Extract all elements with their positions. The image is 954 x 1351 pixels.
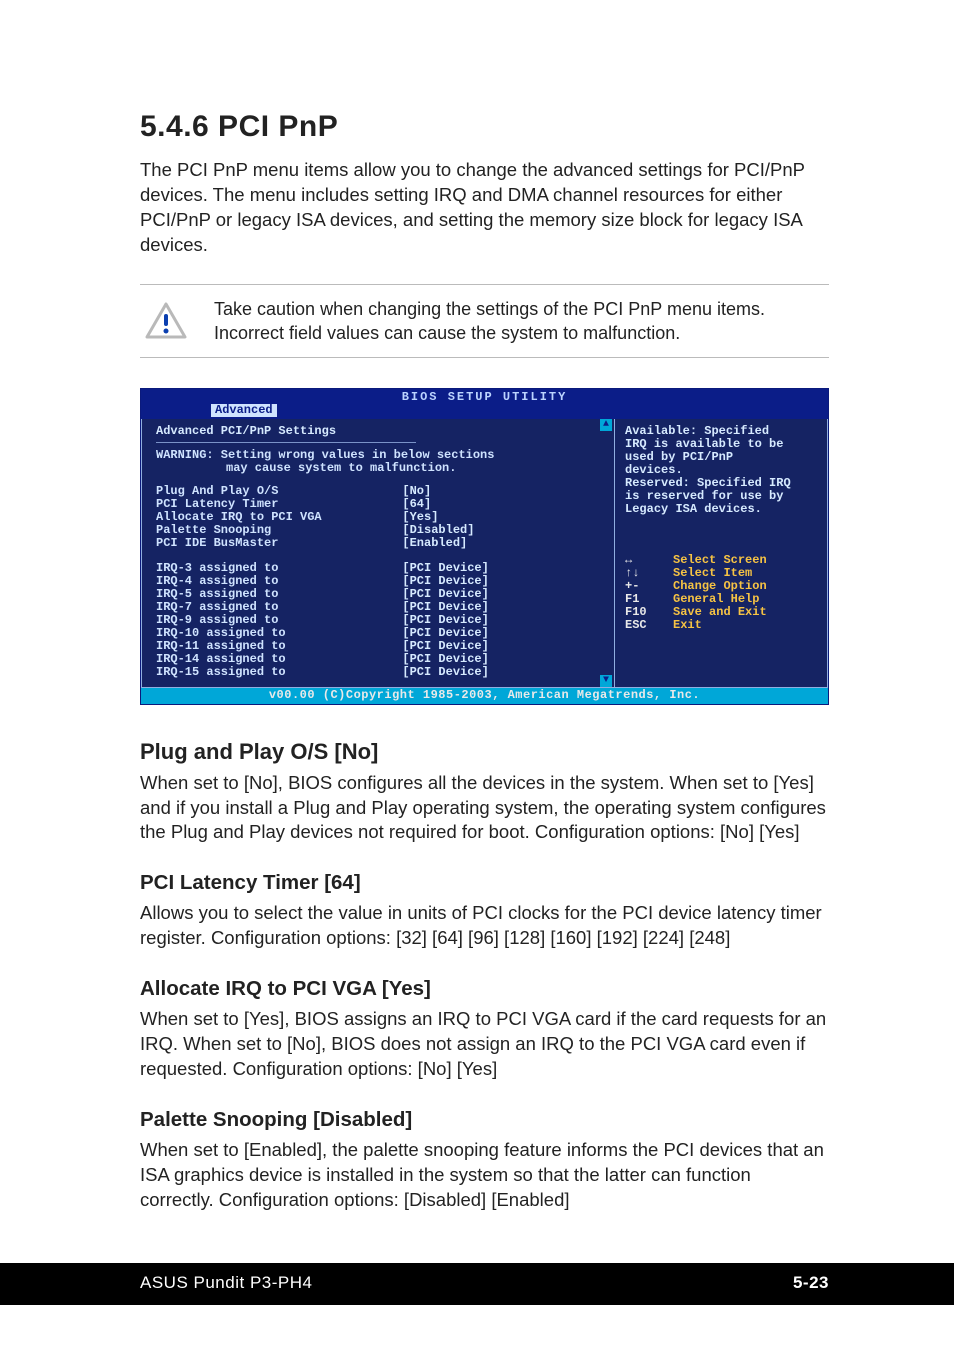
nav-row: ↑↓ Select Item — [625, 567, 817, 580]
subsection-body: When set to [Enabled], the palette snoop… — [140, 1138, 829, 1213]
nav-action: Exit — [673, 619, 702, 632]
setting-value: [PCI Device] — [402, 601, 488, 614]
bios-tab-bar: Advanced — [141, 404, 828, 419]
bios-copyright: v00.00 (C)Copyright 1985-2003, American … — [141, 688, 828, 704]
bios-setting-row[interactable]: IRQ-11 assigned to[PCI Device] — [156, 640, 604, 653]
setting-label: IRQ-14 assigned to — [156, 653, 402, 666]
nav-key: F1 — [625, 593, 661, 606]
bios-nav-legend: ↔Select Screen ↑↓Select Item +-Change Op… — [625, 554, 817, 632]
nav-key: F10 — [625, 606, 661, 619]
section-heading: 5.4.6 PCI PnP — [140, 110, 829, 144]
subsection-heading: PCI Latency Timer [64] — [140, 871, 829, 895]
setting-label: IRQ-4 assigned to — [156, 575, 402, 588]
nav-action: Select Item — [673, 567, 752, 580]
page-footer: ASUS Pundit P3-PH4 5-23 — [0, 1263, 954, 1305]
nav-key: +- — [625, 580, 661, 593]
bios-help-text: Available: Specified IRQ is available to… — [625, 425, 817, 516]
setting-label: IRQ-9 assigned to — [156, 614, 402, 627]
subsection-body: When set to [Yes], BIOS assigns an IRQ t… — [140, 1007, 829, 1082]
nav-action: Save and Exit — [673, 606, 767, 619]
setting-value: [PCI Device] — [402, 653, 488, 666]
bios-setting-row[interactable]: IRQ-14 assigned to[PCI Device] — [156, 653, 604, 666]
subsection-heading: Allocate IRQ to PCI VGA [Yes] — [140, 977, 829, 1001]
bios-setting-row[interactable]: IRQ-7 assigned to[PCI Device] — [156, 601, 604, 614]
nav-row: F1 General Help — [625, 593, 817, 606]
nav-action: General Help — [673, 593, 759, 606]
bios-active-tab[interactable]: Advanced — [211, 404, 277, 417]
bios-panel-header: Advanced PCI/PnP Settings — [156, 425, 604, 438]
bios-warning-line: may cause system to malfunction. — [156, 462, 604, 475]
bios-main-panel: ▲ Advanced PCI/PnP Settings WARNING: Set… — [141, 419, 615, 687]
footer-product: ASUS Pundit P3-PH4 — [140, 1273, 312, 1293]
caution-callout: Take caution when changing the settings … — [140, 284, 829, 359]
intro-paragraph: The PCI PnP menu items allow you to chan… — [140, 158, 829, 258]
setting-value: [PCI Device] — [402, 640, 488, 653]
bios-settings-group-1: Plug And Play O/S[No] PCI Latency Timer[… — [156, 485, 604, 550]
subsection-heading: Plug and Play O/S [No] — [140, 739, 829, 765]
help-line: Legacy ISA devices. — [625, 503, 817, 516]
caution-text: Take caution when changing the settings … — [214, 297, 825, 346]
setting-label: IRQ-15 assigned to — [156, 666, 402, 679]
bios-setting-row[interactable]: IRQ-3 assigned to[PCI Device] — [156, 562, 604, 575]
bios-setting-row[interactable]: IRQ-10 assigned to[PCI Device] — [156, 627, 604, 640]
setting-label: IRQ-3 assigned to — [156, 562, 402, 575]
setting-value: [Enabled] — [402, 537, 467, 550]
scroll-down-icon[interactable]: ▼ — [600, 675, 612, 687]
nav-row: ESC Exit — [625, 619, 817, 632]
setting-label: IRQ-11 assigned to — [156, 640, 402, 653]
divider — [156, 442, 416, 443]
setting-label: PCI IDE BusMaster — [156, 537, 402, 550]
subsection-body: When set to [No], BIOS configures all th… — [140, 771, 829, 846]
setting-value: [PCI Device] — [402, 666, 488, 679]
subsection-body: Allows you to select the value in units … — [140, 901, 829, 951]
bios-setting-row[interactable]: IRQ-4 assigned to[PCI Device] — [156, 575, 604, 588]
subsection-heading: Palette Snooping [Disabled] — [140, 1108, 829, 1132]
bios-warning: WARNING: Setting wrong values in below s… — [156, 449, 604, 475]
bios-setting-row[interactable]: IRQ-9 assigned to[PCI Device] — [156, 614, 604, 627]
setting-label: IRQ-7 assigned to — [156, 601, 402, 614]
nav-row: +- Change Option — [625, 580, 817, 593]
nav-key: ↑↓ — [625, 567, 661, 580]
bios-screenshot: BIOS SETUP UTILITY Advanced ▲ Advanced P… — [140, 388, 829, 704]
setting-value: [PCI Device] — [402, 575, 488, 588]
scroll-up-icon[interactable]: ▲ — [600, 419, 612, 431]
footer-page-number: 5-23 — [793, 1273, 829, 1293]
setting-label: IRQ-10 assigned to — [156, 627, 402, 640]
setting-value: [PCI Device] — [402, 614, 488, 627]
setting-value: [PCI Device] — [402, 588, 488, 601]
setting-value: [PCI Device] — [402, 562, 488, 575]
caution-icon — [144, 301, 188, 341]
nav-key: ESC — [625, 619, 661, 632]
bios-setting-row[interactable]: IRQ-5 assigned to[PCI Device] — [156, 588, 604, 601]
bios-settings-group-2: IRQ-3 assigned to[PCI Device] IRQ-4 assi… — [156, 562, 604, 679]
setting-label: IRQ-5 assigned to — [156, 588, 402, 601]
nav-row: F10 Save and Exit — [625, 606, 817, 619]
bios-title: BIOS SETUP UTILITY — [141, 389, 828, 404]
nav-action: Change Option — [673, 580, 767, 593]
bios-setting-row[interactable]: PCI IDE BusMaster[Enabled] — [156, 537, 604, 550]
bios-setting-row[interactable]: IRQ-15 assigned to[PCI Device] — [156, 666, 604, 679]
setting-value: [PCI Device] — [402, 627, 488, 640]
bios-help-panel: Available: Specified IRQ is available to… — [615, 419, 828, 687]
